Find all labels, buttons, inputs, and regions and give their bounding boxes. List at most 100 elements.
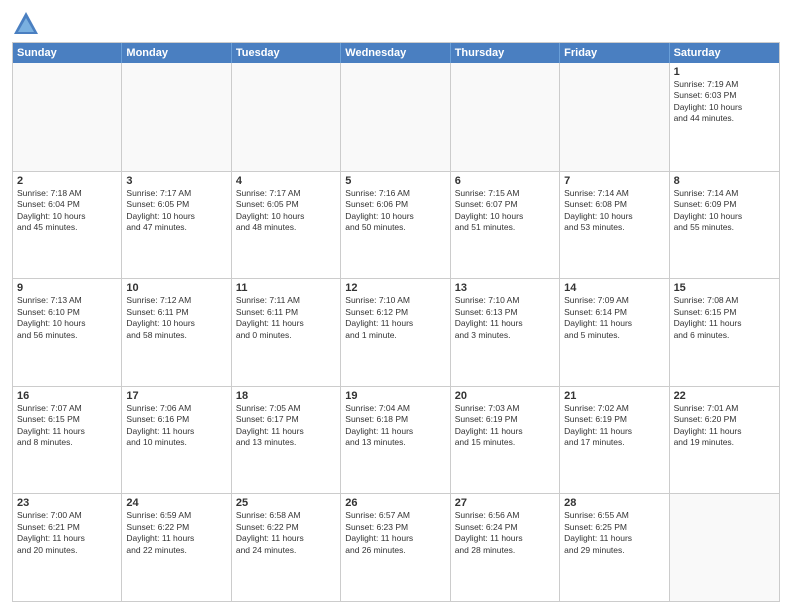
day-info: Sunrise: 7:09 AM Sunset: 6:14 PM Dayligh… [564, 295, 664, 341]
header-day-thursday: Thursday [451, 43, 560, 63]
day-info: Sunrise: 7:10 AM Sunset: 6:13 PM Dayligh… [455, 295, 555, 341]
header-day-friday: Friday [560, 43, 669, 63]
day-cell-6: 6Sunrise: 7:15 AM Sunset: 6:07 PM Daylig… [451, 172, 560, 279]
day-info: Sunrise: 7:17 AM Sunset: 6:05 PM Dayligh… [126, 188, 226, 234]
day-cell-16: 16Sunrise: 7:07 AM Sunset: 6:15 PM Dayli… [13, 387, 122, 494]
day-cell-10: 10Sunrise: 7:12 AM Sunset: 6:11 PM Dayli… [122, 279, 231, 386]
empty-cell [670, 494, 779, 601]
day-number: 21 [564, 390, 664, 402]
day-number: 12 [345, 282, 445, 294]
header-day-tuesday: Tuesday [232, 43, 341, 63]
calendar: SundayMondayTuesdayWednesdayThursdayFrid… [12, 42, 780, 602]
day-cell-13: 13Sunrise: 7:10 AM Sunset: 6:13 PM Dayli… [451, 279, 560, 386]
day-cell-18: 18Sunrise: 7:05 AM Sunset: 6:17 PM Dayli… [232, 387, 341, 494]
day-number: 25 [236, 497, 336, 509]
header-day-wednesday: Wednesday [341, 43, 450, 63]
day-number: 9 [17, 282, 117, 294]
empty-cell [13, 63, 122, 171]
empty-cell [451, 63, 560, 171]
day-info: Sunrise: 7:08 AM Sunset: 6:15 PM Dayligh… [674, 295, 775, 341]
day-info: Sunrise: 6:59 AM Sunset: 6:22 PM Dayligh… [126, 510, 226, 556]
day-info: Sunrise: 6:58 AM Sunset: 6:22 PM Dayligh… [236, 510, 336, 556]
day-number: 10 [126, 282, 226, 294]
day-cell-23: 23Sunrise: 7:00 AM Sunset: 6:21 PM Dayli… [13, 494, 122, 601]
week-row-2: 9Sunrise: 7:13 AM Sunset: 6:10 PM Daylig… [13, 278, 779, 386]
calendar-body: 1Sunrise: 7:19 AM Sunset: 6:03 PM Daylig… [13, 63, 779, 601]
day-number: 1 [674, 66, 775, 78]
week-row-4: 23Sunrise: 7:00 AM Sunset: 6:21 PM Dayli… [13, 493, 779, 601]
day-cell-8: 8Sunrise: 7:14 AM Sunset: 6:09 PM Daylig… [670, 172, 779, 279]
week-row-1: 2Sunrise: 7:18 AM Sunset: 6:04 PM Daylig… [13, 171, 779, 279]
day-info: Sunrise: 7:10 AM Sunset: 6:12 PM Dayligh… [345, 295, 445, 341]
day-cell-14: 14Sunrise: 7:09 AM Sunset: 6:14 PM Dayli… [560, 279, 669, 386]
day-cell-21: 21Sunrise: 7:02 AM Sunset: 6:19 PM Dayli… [560, 387, 669, 494]
day-info: Sunrise: 6:55 AM Sunset: 6:25 PM Dayligh… [564, 510, 664, 556]
day-cell-12: 12Sunrise: 7:10 AM Sunset: 6:12 PM Dayli… [341, 279, 450, 386]
day-info: Sunrise: 6:57 AM Sunset: 6:23 PM Dayligh… [345, 510, 445, 556]
logo [12, 10, 44, 38]
day-cell-28: 28Sunrise: 6:55 AM Sunset: 6:25 PM Dayli… [560, 494, 669, 601]
day-cell-11: 11Sunrise: 7:11 AM Sunset: 6:11 PM Dayli… [232, 279, 341, 386]
header-day-monday: Monday [122, 43, 231, 63]
calendar-header: SundayMondayTuesdayWednesdayThursdayFrid… [13, 43, 779, 63]
day-info: Sunrise: 7:11 AM Sunset: 6:11 PM Dayligh… [236, 295, 336, 341]
header-day-sunday: Sunday [13, 43, 122, 63]
day-info: Sunrise: 7:19 AM Sunset: 6:03 PM Dayligh… [674, 79, 775, 125]
logo-icon [12, 10, 40, 38]
day-number: 16 [17, 390, 117, 402]
day-info: Sunrise: 7:16 AM Sunset: 6:06 PM Dayligh… [345, 188, 445, 234]
day-info: Sunrise: 7:13 AM Sunset: 6:10 PM Dayligh… [17, 295, 117, 341]
day-number: 6 [455, 175, 555, 187]
day-info: Sunrise: 7:02 AM Sunset: 6:19 PM Dayligh… [564, 403, 664, 449]
week-row-0: 1Sunrise: 7:19 AM Sunset: 6:03 PM Daylig… [13, 63, 779, 171]
day-number: 3 [126, 175, 226, 187]
day-info: Sunrise: 7:00 AM Sunset: 6:21 PM Dayligh… [17, 510, 117, 556]
day-number: 2 [17, 175, 117, 187]
day-number: 20 [455, 390, 555, 402]
day-cell-27: 27Sunrise: 6:56 AM Sunset: 6:24 PM Dayli… [451, 494, 560, 601]
day-cell-9: 9Sunrise: 7:13 AM Sunset: 6:10 PM Daylig… [13, 279, 122, 386]
day-info: Sunrise: 6:56 AM Sunset: 6:24 PM Dayligh… [455, 510, 555, 556]
day-number: 4 [236, 175, 336, 187]
empty-cell [122, 63, 231, 171]
day-cell-7: 7Sunrise: 7:14 AM Sunset: 6:08 PM Daylig… [560, 172, 669, 279]
day-cell-19: 19Sunrise: 7:04 AM Sunset: 6:18 PM Dayli… [341, 387, 450, 494]
day-info: Sunrise: 7:12 AM Sunset: 6:11 PM Dayligh… [126, 295, 226, 341]
page: SundayMondayTuesdayWednesdayThursdayFrid… [0, 0, 792, 612]
day-number: 8 [674, 175, 775, 187]
day-info: Sunrise: 7:01 AM Sunset: 6:20 PM Dayligh… [674, 403, 775, 449]
day-number: 15 [674, 282, 775, 294]
day-number: 28 [564, 497, 664, 509]
day-info: Sunrise: 7:07 AM Sunset: 6:15 PM Dayligh… [17, 403, 117, 449]
day-info: Sunrise: 7:15 AM Sunset: 6:07 PM Dayligh… [455, 188, 555, 234]
day-number: 22 [674, 390, 775, 402]
empty-cell [232, 63, 341, 171]
day-number: 24 [126, 497, 226, 509]
day-info: Sunrise: 7:03 AM Sunset: 6:19 PM Dayligh… [455, 403, 555, 449]
week-row-3: 16Sunrise: 7:07 AM Sunset: 6:15 PM Dayli… [13, 386, 779, 494]
day-number: 23 [17, 497, 117, 509]
day-cell-24: 24Sunrise: 6:59 AM Sunset: 6:22 PM Dayli… [122, 494, 231, 601]
day-cell-17: 17Sunrise: 7:06 AM Sunset: 6:16 PM Dayli… [122, 387, 231, 494]
day-info: Sunrise: 7:14 AM Sunset: 6:08 PM Dayligh… [564, 188, 664, 234]
day-number: 13 [455, 282, 555, 294]
empty-cell [560, 63, 669, 171]
header-day-saturday: Saturday [670, 43, 779, 63]
day-number: 26 [345, 497, 445, 509]
day-info: Sunrise: 7:18 AM Sunset: 6:04 PM Dayligh… [17, 188, 117, 234]
day-cell-2: 2Sunrise: 7:18 AM Sunset: 6:04 PM Daylig… [13, 172, 122, 279]
day-number: 19 [345, 390, 445, 402]
day-cell-15: 15Sunrise: 7:08 AM Sunset: 6:15 PM Dayli… [670, 279, 779, 386]
day-info: Sunrise: 7:05 AM Sunset: 6:17 PM Dayligh… [236, 403, 336, 449]
header [12, 10, 780, 38]
day-number: 18 [236, 390, 336, 402]
day-cell-5: 5Sunrise: 7:16 AM Sunset: 6:06 PM Daylig… [341, 172, 450, 279]
day-number: 11 [236, 282, 336, 294]
day-cell-20: 20Sunrise: 7:03 AM Sunset: 6:19 PM Dayli… [451, 387, 560, 494]
day-info: Sunrise: 7:04 AM Sunset: 6:18 PM Dayligh… [345, 403, 445, 449]
day-number: 17 [126, 390, 226, 402]
day-info: Sunrise: 7:17 AM Sunset: 6:05 PM Dayligh… [236, 188, 336, 234]
day-cell-3: 3Sunrise: 7:17 AM Sunset: 6:05 PM Daylig… [122, 172, 231, 279]
day-cell-4: 4Sunrise: 7:17 AM Sunset: 6:05 PM Daylig… [232, 172, 341, 279]
day-cell-25: 25Sunrise: 6:58 AM Sunset: 6:22 PM Dayli… [232, 494, 341, 601]
